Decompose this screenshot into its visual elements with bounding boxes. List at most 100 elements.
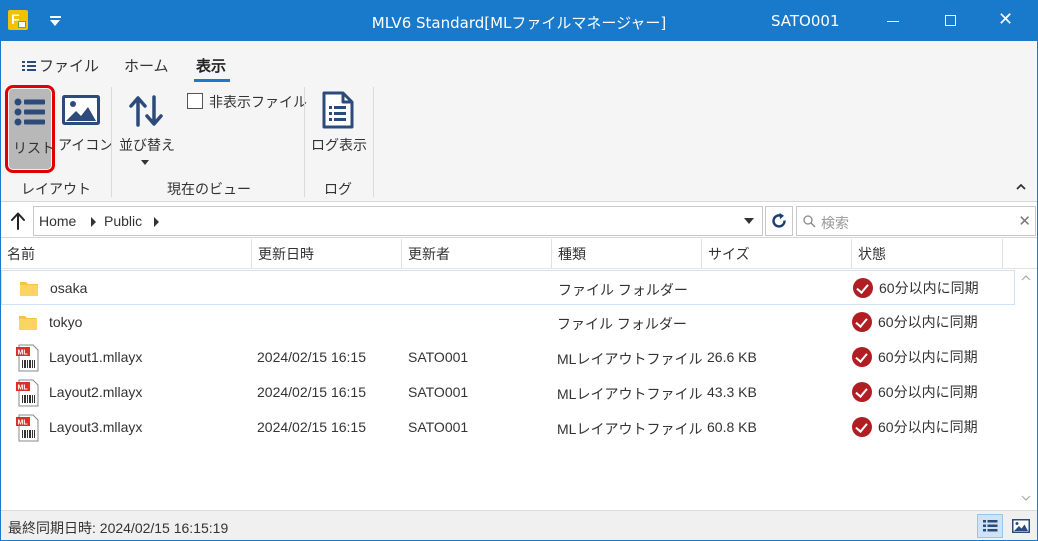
active-tab-indicator [194, 79, 230, 82]
maximize-button[interactable] [923, 1, 977, 41]
folder-icon [19, 316, 37, 330]
hidden-files-label: 非表示ファイル [209, 94, 307, 110]
tab-file[interactable]: ファイル [22, 55, 99, 76]
close-button[interactable]: ✕ [979, 1, 1033, 41]
icon-layout-button[interactable]: アイコン [57, 87, 113, 171]
group-divider [373, 87, 374, 197]
file-size: 26.6 KB [707, 349, 757, 365]
status-bar: 最終同期日時: 2024/02/15 16:15:19 [1, 510, 1037, 540]
log-document-icon [322, 91, 354, 129]
tab-home[interactable]: ホーム [124, 55, 169, 76]
ribbon: ファイル ホーム 表示 リスト アイコン レイアウト 並び替え 非表示ファイル … [1, 41, 1037, 202]
log-group-label: ログ [324, 181, 352, 197]
list-icon [22, 60, 36, 72]
minimize-button[interactable] [866, 1, 920, 41]
sync-status: 60分以内に同期 [878, 349, 978, 365]
table-row[interactable]: ML Layout1.mllayx 2024/02/15 16:15 SATO0… [1, 340, 1015, 375]
vertical-scrollbar[interactable] [1016, 270, 1036, 508]
breadcrumb[interactable]: Home Public [33, 206, 763, 236]
svg-text:ML: ML [18, 350, 29, 357]
table-row[interactable]: ML Layout3.mllayx 2024/02/15 16:15 SATO0… [1, 410, 1015, 445]
breadcrumb-public[interactable]: Public [104, 213, 142, 229]
table-row[interactable]: ML Layout2.mllayx 2024/02/15 16:15 SATO0… [1, 375, 1015, 410]
layout-group-label: レイアウト [21, 181, 91, 197]
collapse-ribbon-icon[interactable] [1014, 181, 1028, 193]
table-row[interactable]: tokyo ファイル フォルダー 60分以内に同期 [1, 305, 1015, 340]
file-size: 60.8 KB [707, 419, 757, 435]
icon-layout-label: アイコン [58, 137, 114, 153]
window-title: MLV6 Standard[MLファイルマネージャー] [371, 14, 667, 32]
refresh-icon [772, 213, 786, 228]
file-modified: 2024/02/15 16:15 [257, 419, 366, 435]
column-header-author[interactable]: 更新者 [402, 239, 552, 269]
sync-check-icon [852, 382, 872, 402]
image-icon [1012, 519, 1030, 533]
sync-check-icon [852, 417, 872, 437]
group-divider [111, 87, 112, 197]
tab-view[interactable]: 表示 [196, 55, 226, 76]
svg-text:ML: ML [18, 420, 29, 427]
list-layout-label: リスト [13, 140, 55, 156]
tab-file-label: ファイル [39, 58, 100, 75]
table-header: 名前 更新日時 更新者 種類 サイズ 状態 [1, 239, 1037, 269]
list-view-icon [14, 98, 45, 126]
sync-status: 60分以内に同期 [878, 314, 978, 330]
file-type: MLレイアウトファイル [557, 421, 703, 437]
last-sync-time: 最終同期日時: 2024/02/15 16:15:19 [8, 520, 229, 536]
breadcrumb-separator-icon[interactable] [154, 217, 159, 227]
breadcrumb-separator-icon[interactable] [91, 217, 96, 227]
file-modified: 2024/02/15 16:15 [257, 384, 366, 400]
sync-status: 60分以内に同期 [878, 384, 978, 400]
sync-check-icon [852, 347, 872, 367]
file-name: Layout2.mllayx [49, 384, 143, 400]
app-window: F MLV6 Standard[MLファイルマネージャー] SATO001 ✕ … [0, 0, 1038, 541]
list-view-toggle-button[interactable] [977, 514, 1003, 538]
icon-view-toggle-button[interactable] [1008, 514, 1034, 538]
app-logo-icon: F [8, 10, 28, 30]
breadcrumb-home[interactable]: Home [39, 213, 76, 229]
sort-button[interactable]: 並び替え [117, 87, 177, 171]
column-header-type[interactable]: 種類 [552, 239, 702, 269]
clear-search-icon[interactable]: ✕ [1018, 212, 1031, 230]
file-name: Layout3.mllayx [49, 419, 143, 435]
search-input[interactable]: 検索 ✕ [796, 206, 1036, 236]
chevron-down-icon [141, 160, 149, 165]
refresh-button[interactable] [765, 206, 793, 236]
search-placeholder: 検索 [821, 215, 849, 231]
column-header-modified[interactable]: 更新日時 [252, 239, 402, 269]
ml-layout-file-icon: ML [16, 379, 39, 407]
file-name: osaka [50, 280, 88, 296]
scroll-up-icon[interactable] [1021, 274, 1031, 282]
scroll-down-icon[interactable] [1021, 494, 1031, 502]
log-view-button[interactable]: ログ表示 [309, 87, 367, 171]
file-author: SATO001 [408, 349, 469, 365]
file-type: ファイル フォルダー [558, 282, 688, 298]
sync-check-icon [852, 312, 872, 332]
sort-label: 並び替え [119, 137, 175, 153]
sort-arrows-icon [129, 95, 163, 127]
column-header-size[interactable]: サイズ [702, 239, 852, 269]
address-bar: Home Public 検索 ✕ [1, 202, 1037, 238]
column-header-name[interactable]: 名前 [1, 239, 252, 269]
file-type: MLレイアウトファイル [557, 386, 703, 402]
folder-icon [20, 282, 38, 296]
file-type: ファイル フォルダー [557, 316, 687, 332]
log-view-label: ログ表示 [311, 137, 367, 153]
ml-layout-file-icon: ML [16, 344, 39, 372]
sync-status: 60分以内に同期 [878, 419, 978, 435]
quick-access-dropdown-icon[interactable] [45, 14, 67, 30]
file-author: SATO001 [408, 419, 469, 435]
svg-text:ML: ML [18, 385, 29, 392]
path-history-dropdown-icon[interactable] [744, 218, 754, 224]
list-layout-button[interactable]: リスト [5, 85, 55, 173]
group-divider [304, 87, 305, 197]
up-arrow-icon[interactable] [5, 208, 31, 234]
search-icon [803, 215, 816, 228]
ml-layout-file-icon: ML [16, 414, 39, 442]
file-author: SATO001 [408, 384, 469, 400]
image-icon [62, 95, 100, 125]
file-modified: 2024/02/15 16:15 [257, 349, 366, 365]
hidden-files-checkbox[interactable] [187, 93, 203, 109]
column-header-status[interactable]: 状態 [852, 239, 1003, 269]
table-row[interactable]: osaka ファイル フォルダー 60分以内に同期 [1, 270, 1015, 305]
